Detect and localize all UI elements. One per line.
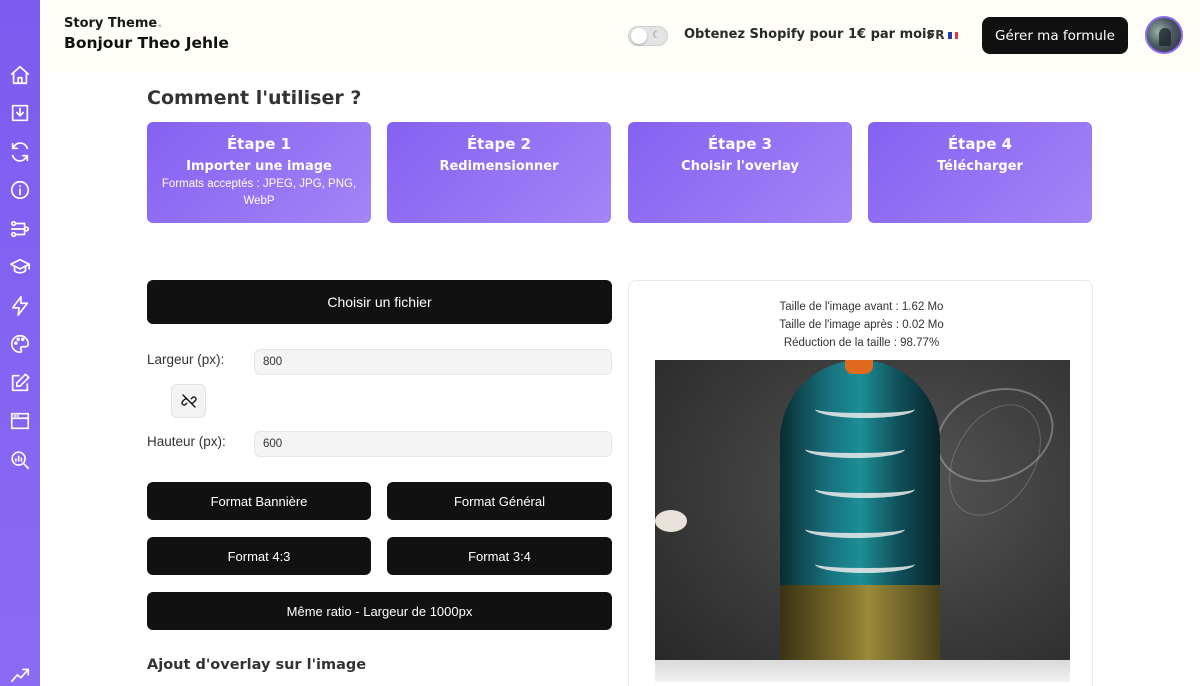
height-label: Hauteur (px):	[147, 434, 226, 449]
height-input[interactable]: 600	[254, 431, 612, 457]
france-flag-icon	[948, 31, 959, 39]
top-header: Story Theme. Bonjour Theo Jehle ☾ Obtene…	[40, 0, 1200, 72]
browser-window-icon[interactable]	[6, 407, 34, 435]
palette-icon[interactable]	[6, 330, 34, 358]
step-title: Étape 2	[466, 135, 532, 153]
unlink-ratio-button[interactable]	[171, 384, 206, 418]
step-title: Étape 3	[707, 135, 773, 153]
trending-up-icon[interactable]	[6, 660, 34, 686]
step-description: Formats acceptés : JPEG, JPG, PNG, WebP	[161, 178, 357, 207]
same-ratio-button[interactable]: Même ratio - Largeur de 1000px	[147, 592, 612, 630]
size-before-text: Taille de l'image avant : 1.62 Mo	[779, 301, 944, 313]
lightning-icon[interactable]	[6, 292, 34, 320]
preview-image	[655, 360, 1070, 682]
brand-dot: .	[157, 16, 163, 31]
dark-mode-toggle[interactable]: ☾	[628, 26, 668, 46]
step-card-1: Étape 1 Importer une image Formats accep…	[147, 122, 371, 223]
overlay-section-title: Ajout d'overlay sur l'image	[147, 657, 367, 673]
format-general-button[interactable]: Format Général	[387, 482, 612, 520]
graduation-cap-icon[interactable]	[6, 253, 34, 281]
download-icon[interactable]	[6, 99, 34, 127]
section-title: Comment l'utiliser ?	[147, 87, 362, 109]
choose-file-button[interactable]: Choisir un fichier	[147, 280, 612, 324]
moon-icon: ☾	[652, 30, 661, 41]
size-reduction-text: Réduction de la taille : 98.77%	[783, 337, 940, 349]
width-input[interactable]: 800	[254, 349, 612, 375]
unlink-icon	[180, 394, 197, 408]
language-code: FR	[927, 28, 945, 42]
manage-plan-button[interactable]: Gérer ma formule	[982, 17, 1128, 54]
greeting: Bonjour Theo Jehle	[64, 34, 229, 52]
flow-icon[interactable]	[6, 215, 34, 243]
format-4-3-button[interactable]: Format 4:3	[147, 537, 371, 575]
step-title: Étape 1	[226, 135, 292, 153]
home-icon[interactable]	[6, 61, 34, 89]
size-after-text: Taille de l'image après : 0.02 Mo	[779, 319, 944, 331]
step-subtitle: Redimensionner	[439, 159, 559, 174]
step-card-3: Étape 3 Choisir l'overlay	[628, 122, 852, 223]
language-selector[interactable]: FR	[927, 28, 959, 42]
avatar[interactable]	[1145, 16, 1183, 54]
edit-icon[interactable]	[6, 369, 34, 397]
format-banner-button[interactable]: Format Bannière	[147, 482, 371, 520]
info-icon[interactable]	[6, 176, 34, 204]
step-subtitle: Importer une image	[186, 159, 332, 174]
image-preview-panel: Taille de l'image avant : 1.62 Mo Taille…	[628, 280, 1093, 686]
shopify-promo-link[interactable]: Obtenez Shopify pour 1€ par mois	[684, 27, 934, 42]
step-card-4: Étape 4 Télécharger	[868, 122, 1092, 223]
step-subtitle: Choisir l'overlay	[681, 159, 799, 174]
step-card-2: Étape 2 Redimensionner	[387, 122, 611, 223]
brand-name: Story Theme.	[64, 16, 163, 31]
refresh-icon[interactable]	[6, 138, 34, 166]
format-3-4-button[interactable]: Format 3:4	[387, 537, 612, 575]
sidebar	[0, 0, 40, 686]
step-title: Étape 4	[947, 135, 1013, 153]
search-chart-icon[interactable]	[6, 446, 34, 474]
toggle-knob	[631, 28, 647, 44]
step-subtitle: Télécharger	[937, 159, 1023, 174]
width-label: Largeur (px):	[147, 352, 225, 367]
